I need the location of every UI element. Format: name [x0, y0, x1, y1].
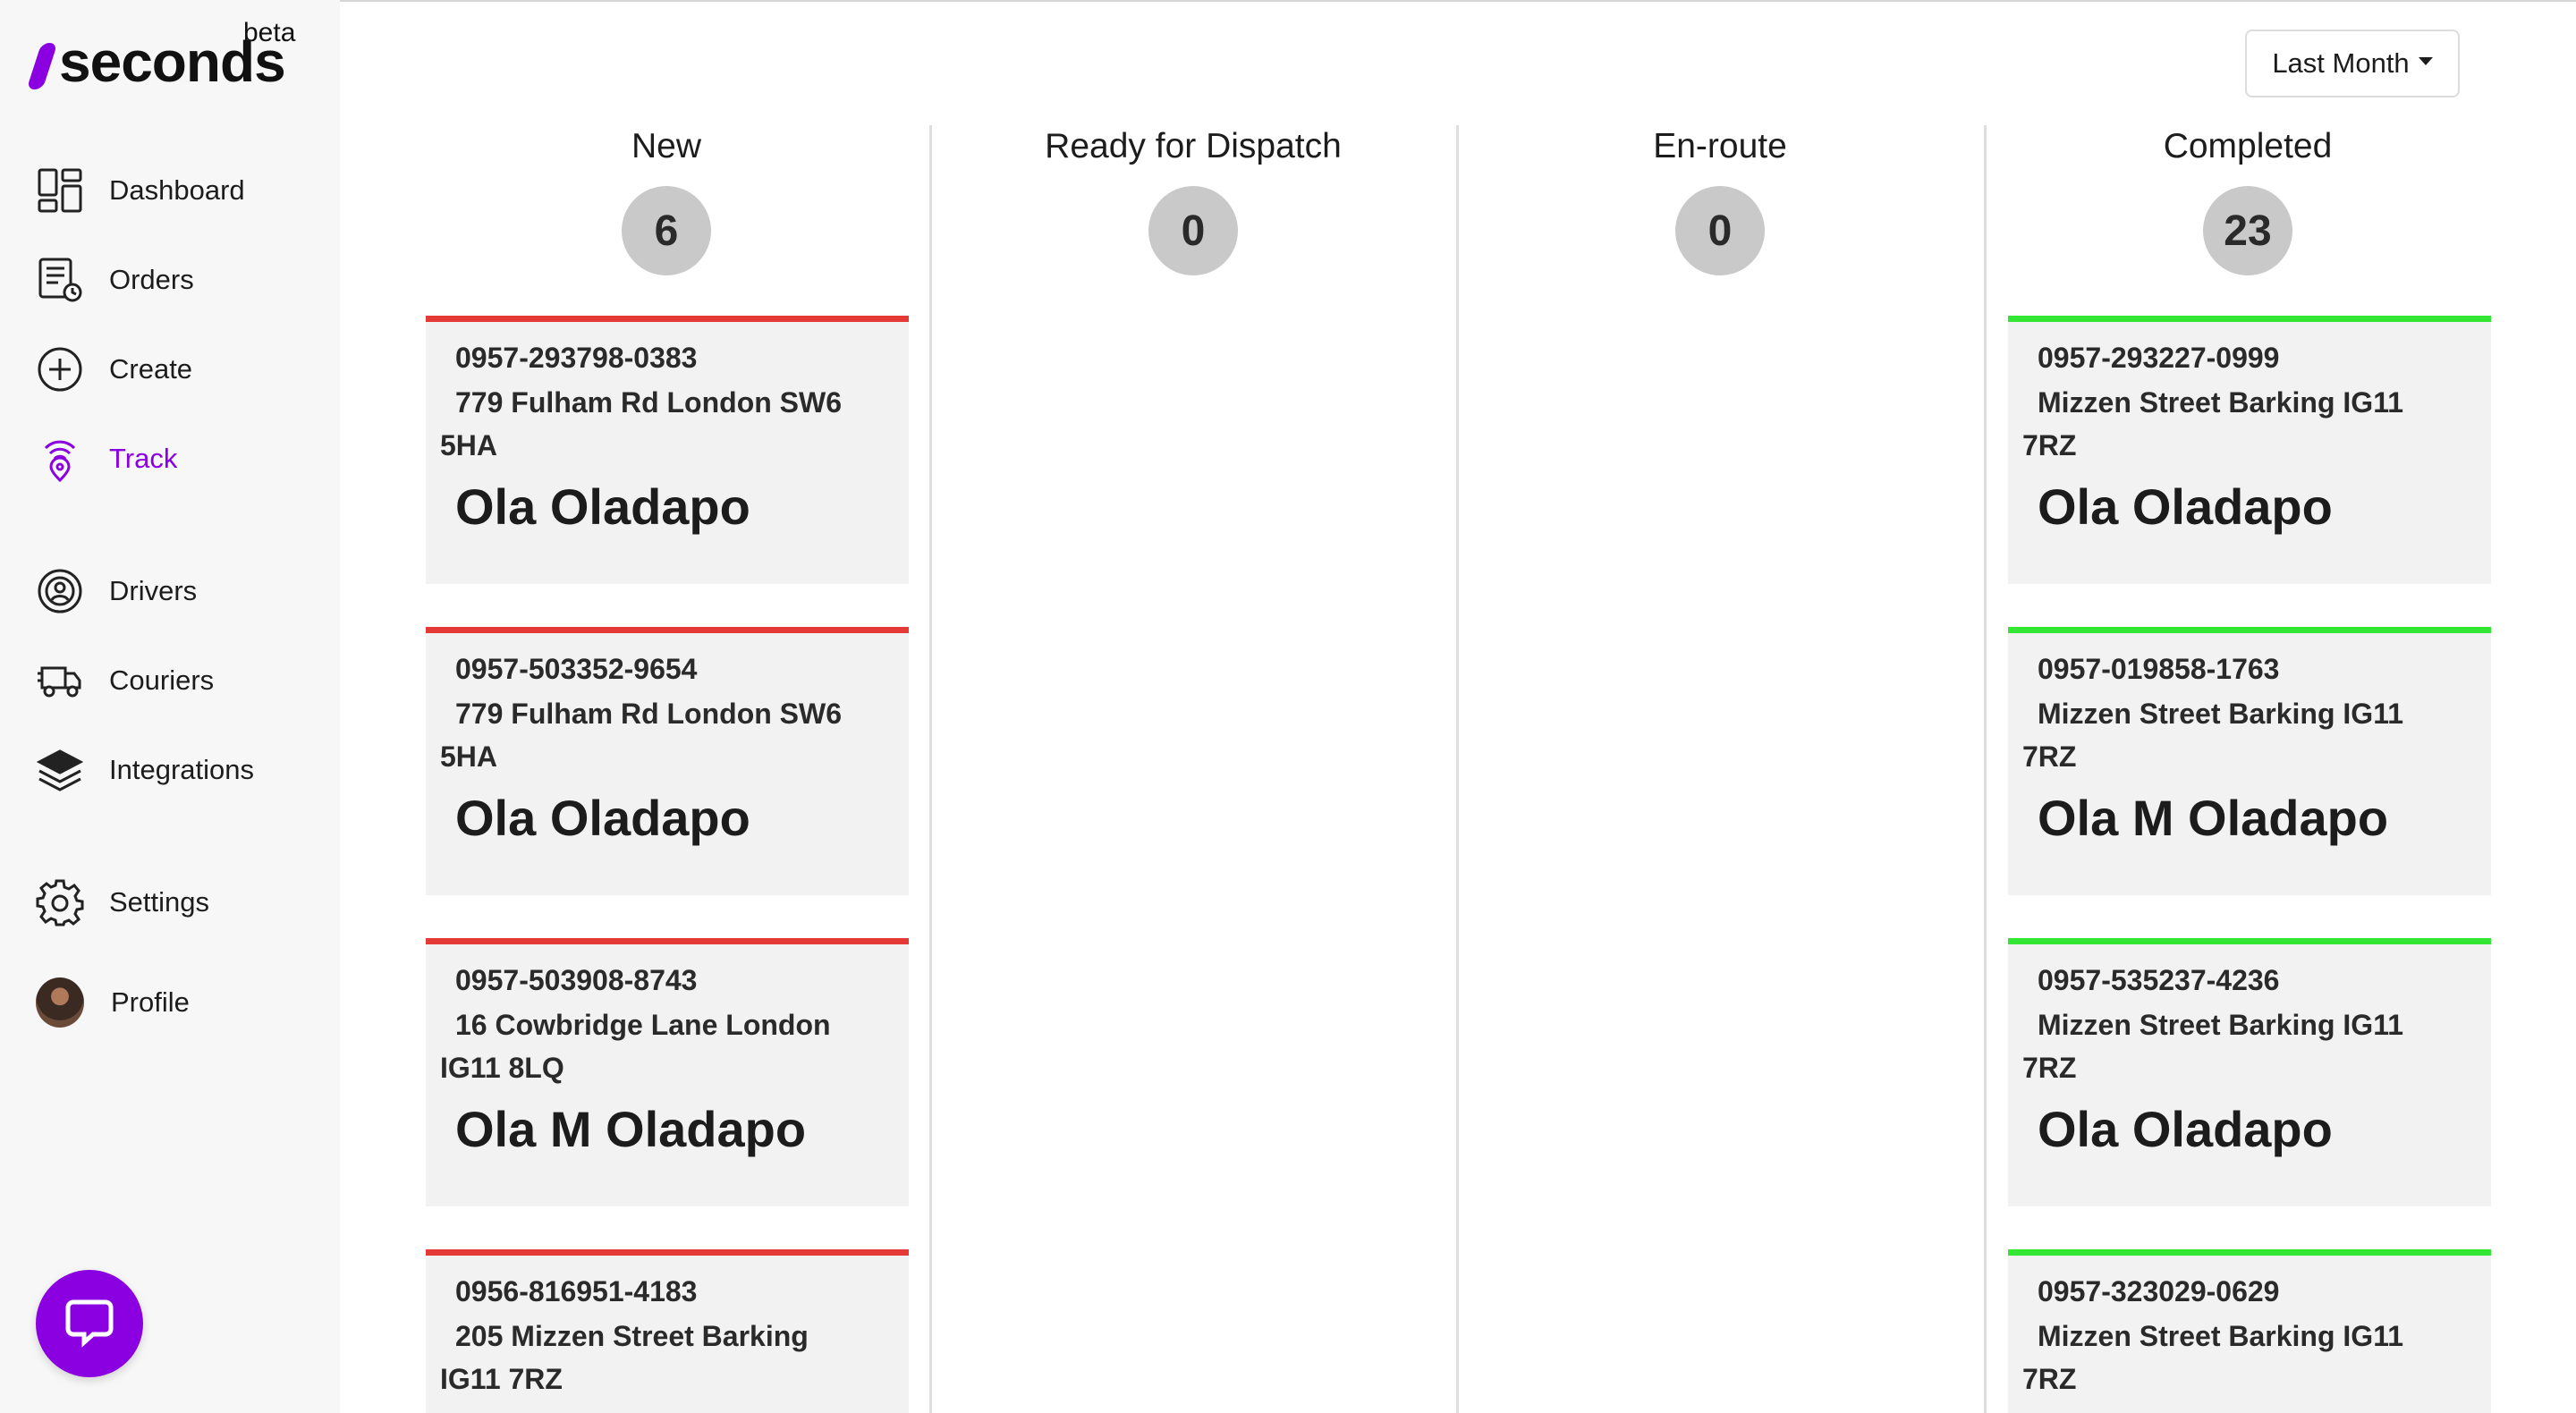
- sidebar-item-create[interactable]: Create: [36, 341, 192, 398]
- sidebar: seconds beta Dashboard Orders Create Tra…: [0, 0, 340, 1413]
- order-id: 0957-535237-4236: [2038, 964, 2280, 996]
- chat-icon: [63, 1295, 116, 1353]
- order-address: Mizzen Street Barking IG11 7RZ: [2022, 1320, 2404, 1395]
- column-divider: [929, 125, 932, 1413]
- order-id: 0957-019858-1763: [2038, 653, 2280, 685]
- sidebar-item-label: Create: [109, 353, 193, 385]
- order-id: 0957-503352-9654: [455, 653, 698, 685]
- order-id: 0957-503908-8743: [455, 964, 698, 996]
- sidebar-item-track[interactable]: Track: [36, 430, 177, 487]
- column-count-badge: 0: [1675, 186, 1765, 275]
- order-id: 0957-293798-0383: [455, 342, 698, 374]
- order-address: 16 Cowbridge Lane London IG11 8LQ: [440, 1009, 831, 1084]
- sidebar-item-label: Dashboard: [109, 174, 245, 206]
- sidebar-item-dashboard[interactable]: Dashboard: [36, 162, 245, 219]
- sidebar-item-drivers[interactable]: Drivers: [36, 563, 197, 620]
- sidebar-item-label: Integrations: [109, 754, 254, 785]
- customer-name: Ola Oladapo: [455, 478, 750, 535]
- layers-icon: [36, 746, 84, 794]
- date-range-label: Last Month: [2272, 47, 2410, 79]
- order-card[interactable]: 0957-503908-8743 16 Cowbridge Lane Londo…: [426, 938, 909, 1206]
- column-title: Ready for Dispatch: [1045, 127, 1342, 165]
- avatar-wrapper: [36, 977, 84, 1028]
- order-card[interactable]: 0957-019858-1763 Mizzen Street Barking I…: [2008, 627, 2491, 895]
- plus-circle-icon: [36, 345, 84, 393]
- order-address: Mizzen Street Barking IG11 7RZ: [2022, 698, 2404, 773]
- orders-icon: [36, 256, 84, 304]
- order-id: 0957-323029-0629: [2038, 1275, 2280, 1307]
- column-count-badge: 6: [622, 186, 711, 275]
- order-card[interactable]: 0957-293227-0999 Mizzen Street Barking I…: [2008, 316, 2491, 584]
- chat-button[interactable]: [36, 1270, 143, 1377]
- customer-name: Ola Oladapo: [2038, 1101, 2333, 1157]
- sidebar-item-label: Profile: [111, 986, 190, 1018]
- avatar: [36, 977, 84, 1028]
- column-enroute-header: En-route 0: [1470, 125, 1970, 275]
- order-card[interactable]: 0957-535237-4236 Mizzen Street Barking I…: [2008, 938, 2491, 1206]
- sidebar-item-profile[interactable]: Profile: [36, 974, 190, 1031]
- dashboard-icon: [36, 166, 84, 215]
- caret-down-icon: [2418, 56, 2433, 65]
- date-range-dropdown[interactable]: Last Month: [2245, 30, 2460, 97]
- sidebar-item-label: Track: [109, 443, 178, 474]
- column-divider: [1456, 125, 1459, 1413]
- track-icon: [36, 435, 84, 483]
- sidebar-item-integrations[interactable]: Integrations: [36, 741, 254, 799]
- steering-wheel-icon: [36, 567, 84, 615]
- column-title: Completed: [2163, 127, 2333, 165]
- sidebar-item-label: Orders: [109, 264, 194, 295]
- order-id: 0956-816951-4183: [455, 1275, 698, 1307]
- sidebar-item-label: Settings: [109, 886, 210, 918]
- sidebar-item-label: Couriers: [109, 664, 215, 696]
- top-border: [0, 0, 2576, 2]
- sidebar-item-label: Drivers: [109, 575, 198, 606]
- gear-icon: [36, 878, 84, 926]
- column-completed-header: Completed 23: [1997, 125, 2498, 275]
- order-id: 0957-293227-0999: [2038, 342, 2280, 374]
- order-card[interactable]: 0957-503352-9654 779 Fulham Rd London SW…: [426, 627, 909, 895]
- order-card[interactable]: 0956-816951-4183 205 Mizzen Street Barki…: [426, 1249, 909, 1413]
- beta-tag: beta: [243, 18, 296, 47]
- column-divider: [1984, 125, 1987, 1413]
- customer-name: Ola M Oladapo: [455, 1101, 807, 1157]
- order-card[interactable]: 0957-323029-0629 Mizzen Street Barking I…: [2008, 1249, 2491, 1413]
- order-address: Mizzen Street Barking IG11 7RZ: [2022, 386, 2404, 461]
- column-title: En-route: [1653, 127, 1787, 165]
- column-new-header: New 6: [416, 125, 917, 275]
- brand-logo[interactable]: seconds beta: [26, 18, 315, 98]
- sidebar-item-settings[interactable]: Settings: [36, 874, 209, 931]
- sidebar-item-orders[interactable]: Orders: [36, 251, 194, 309]
- order-address: 779 Fulham Rd London SW6 5HA: [440, 698, 843, 773]
- sidebar-item-couriers[interactable]: Couriers: [36, 652, 214, 709]
- order-address: 205 Mizzen Street Barking IG11 7RZ: [440, 1320, 809, 1395]
- order-address: 779 Fulham Rd London SW6 5HA: [440, 386, 843, 461]
- column-title: New: [631, 127, 702, 165]
- customer-name: Ola Oladapo: [2038, 478, 2333, 535]
- column-count-badge: 23: [2203, 186, 2292, 275]
- column-ready-header: Ready for Dispatch 0: [943, 125, 1444, 275]
- customer-name: Ola Oladapo: [455, 790, 750, 846]
- column-count-badge: 0: [1148, 186, 1238, 275]
- order-address: Mizzen Street Barking IG11 7RZ: [2022, 1009, 2404, 1084]
- truck-icon: [36, 656, 84, 705]
- customer-name: Ola M Oladapo: [2038, 790, 2389, 846]
- logo-slash-icon: [26, 43, 58, 89]
- order-card[interactable]: 0957-293798-0383 779 Fulham Rd London SW…: [426, 316, 909, 584]
